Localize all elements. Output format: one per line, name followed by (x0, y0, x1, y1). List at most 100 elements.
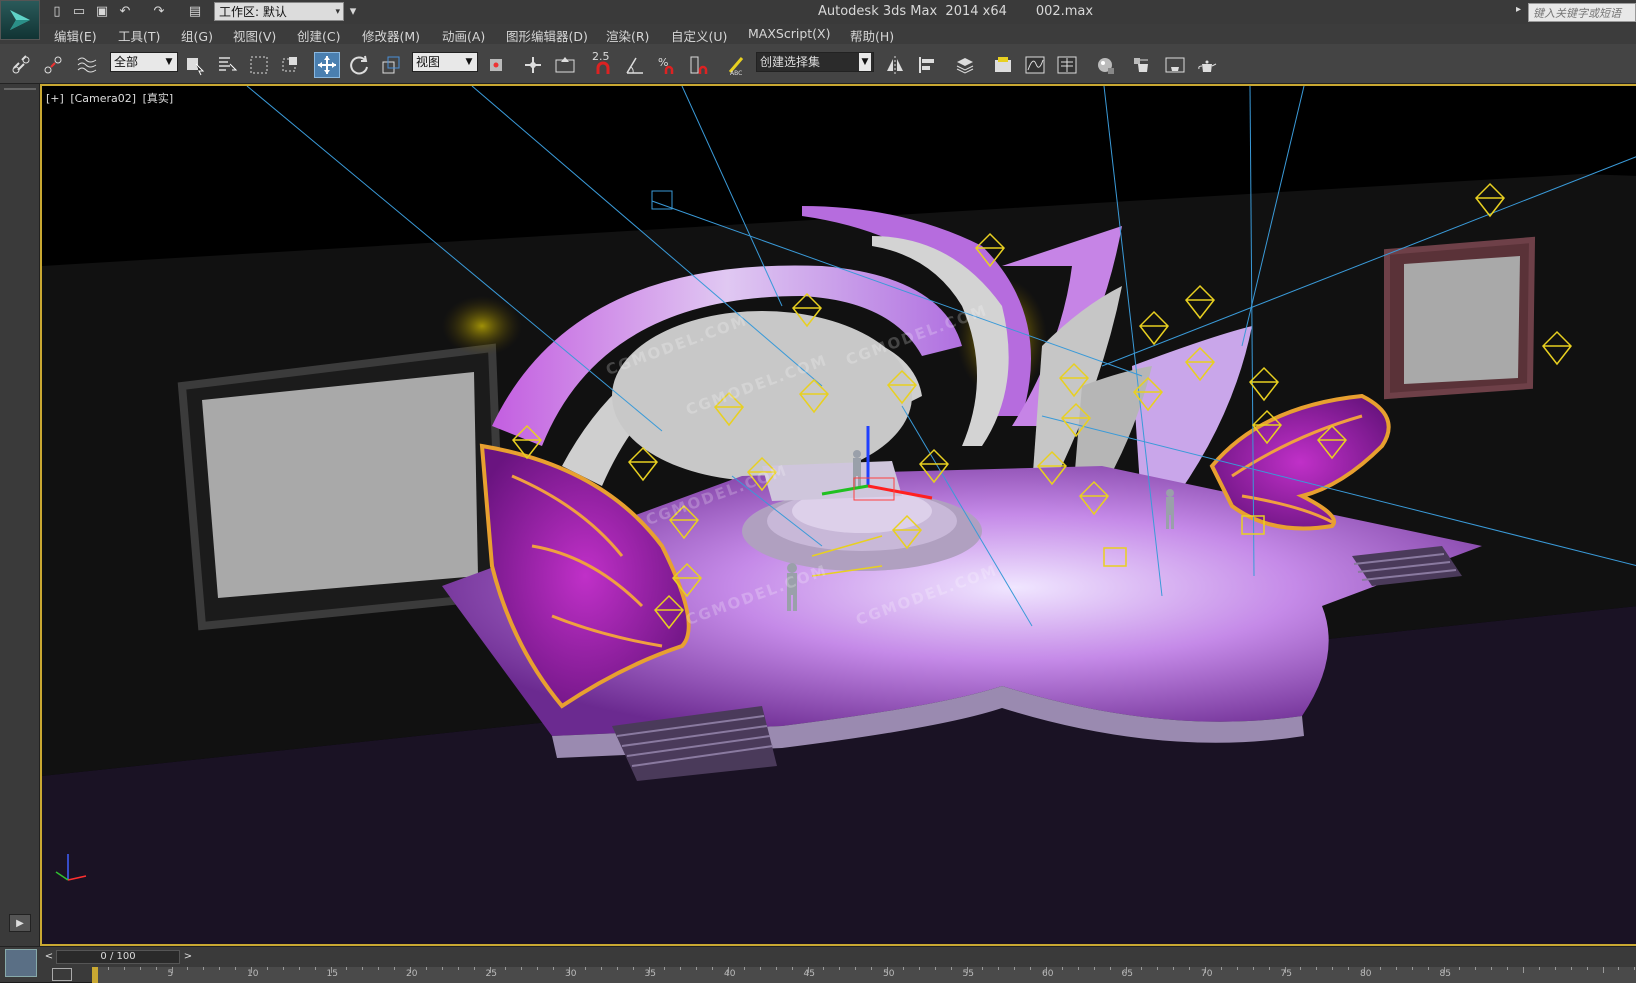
mirror-icon[interactable] (882, 52, 908, 78)
material-editor-icon[interactable] (1092, 52, 1118, 78)
curve-editor-icon[interactable] (1022, 52, 1048, 78)
key-filter-icon[interactable] (52, 968, 72, 981)
menu-maxscript[interactable]: MAXScript(X) (748, 26, 830, 41)
render-setup-icon[interactable] (1130, 52, 1156, 78)
schematic-view-icon[interactable] (1054, 52, 1080, 78)
timeline-tick-label: 75 (1280, 969, 1292, 979)
rotate-icon[interactable] (346, 52, 372, 78)
time-slider[interactable]: 0 / 100 (56, 950, 180, 964)
viewport-shading-menu[interactable]: [真实] (143, 92, 174, 105)
viewport-label[interactable]: [+] [Camera02] [真实] (46, 90, 176, 106)
timeline-tick (394, 967, 396, 970)
timeline-tick (1395, 967, 1397, 970)
viewport-point-of-view-menu[interactable]: [Camera02] (70, 92, 136, 105)
timeline-tick (871, 967, 873, 970)
search-input[interactable]: 键入关键字或短语 (1528, 3, 1636, 22)
reference-coord-value: 视图 (416, 55, 441, 69)
expand-panel-button[interactable]: ▶ (9, 914, 31, 932)
menu-help[interactable]: 帮助(H) (850, 26, 894, 45)
timeline-tick (982, 967, 984, 970)
chevron-down-icon: ▼ (859, 53, 871, 71)
timeline-tick (1252, 967, 1254, 970)
timeline-tick (362, 967, 364, 970)
viewport-camera02[interactable]: [+] [Camera02] [真实] CGMODEL.COM CGMODEL.… (40, 84, 1636, 946)
timeline-ruler[interactable]: 5 10 15 20 25 30 35 40 45 50 55 60 65 70 75 80 85 (92, 967, 1636, 983)
timeline-tick (950, 967, 952, 970)
timeline-tick (1634, 967, 1636, 970)
quick-access-more-icon[interactable]: ▾ (344, 3, 362, 21)
scale-icon[interactable] (378, 52, 404, 78)
pivot-center-icon[interactable] (484, 52, 510, 78)
new-file-icon[interactable]: ▯ (48, 3, 66, 21)
layer-manager-icon[interactable] (952, 52, 978, 78)
bind-space-warp-icon[interactable] (74, 52, 100, 78)
keyboard-shortcut-override-icon[interactable] (552, 52, 578, 78)
reference-coord-dropdown[interactable]: 视图 ▼ (412, 52, 478, 72)
timeline-tick (1030, 967, 1032, 970)
timeline-tick (1220, 967, 1222, 970)
rectangular-selection-icon[interactable] (246, 52, 272, 78)
time-configuration-button[interactable] (5, 949, 37, 977)
timeline-tick-label: 45 (803, 969, 815, 979)
viewport-general-menu[interactable]: [+] (46, 92, 64, 105)
timeline-tick-label: 25 (485, 969, 497, 979)
menu-rendering[interactable]: 渲染(R) (606, 26, 649, 45)
timeline-tick-label: 65 (1121, 969, 1133, 979)
menu-animation[interactable]: 动画(A) (442, 26, 485, 45)
render-production-teapot-icon[interactable] (1194, 52, 1220, 78)
timeline-tick (1618, 967, 1620, 970)
redo-icon[interactable]: ↷ (150, 3, 168, 21)
save-file-icon[interactable]: ▣ (93, 3, 111, 21)
timeline-tick-label: 5 (167, 969, 174, 979)
timeline-cursor[interactable] (92, 967, 98, 983)
select-manipulate-icon[interactable] (520, 52, 546, 78)
menu-edit[interactable]: 编辑(E) (54, 26, 97, 45)
scene-explorer-icon[interactable] (990, 52, 1016, 78)
window-crossing-icon[interactable] (278, 52, 304, 78)
spinner-snap-icon[interactable] (686, 52, 712, 78)
timeline-tick (998, 967, 1000, 970)
timeline-tick (1523, 967, 1524, 973)
timeline-tick-label: 60 (1042, 969, 1054, 979)
search-placeholder: 键入关键字或短语 (1533, 7, 1621, 20)
named-selection-dropdown[interactable]: 创建选择集 ▼ (756, 52, 874, 72)
timeline-tick (139, 967, 141, 970)
timeline-tick (680, 967, 682, 970)
percent-snap-icon[interactable]: % (654, 52, 680, 78)
menu-graph-editors[interactable]: 图形编辑器(D) (506, 26, 588, 45)
edit-named-selection-icon[interactable]: ABC (724, 52, 750, 78)
select-by-name-icon[interactable] (214, 52, 240, 78)
chevron-down-icon: ▾ (335, 7, 340, 17)
snaps-toggle-icon[interactable] (590, 52, 616, 78)
workspace-dropdown[interactable]: 工作区: 默认 ▾ (214, 2, 344, 21)
move-icon[interactable] (314, 52, 340, 78)
link-icon[interactable] (8, 52, 34, 78)
project-folder-icon[interactable]: ▤ (186, 3, 204, 21)
menu-tools[interactable]: 工具(T) (118, 26, 160, 45)
undo-icon[interactable]: ↶ (116, 3, 134, 21)
timeline-tick-label: 15 (326, 969, 338, 979)
menu-customize[interactable]: 自定义(U) (671, 26, 727, 45)
timeline-tick (1061, 967, 1063, 970)
search-arrow-icon[interactable]: ▸ (1516, 4, 1521, 15)
window-title: Autodesk 3ds Max 2014 x64 002.max (818, 4, 1094, 19)
previous-frame-button[interactable]: < (43, 950, 55, 964)
menu-group[interactable]: 组(G) (181, 26, 213, 45)
timeline-tick (1109, 967, 1111, 970)
rendered-frame-window-icon[interactable] (1162, 52, 1188, 78)
menu-create[interactable]: 创建(C) (297, 26, 340, 45)
select-object-icon[interactable] (182, 52, 208, 78)
timeline-tick (473, 967, 475, 970)
next-frame-button[interactable]: > (182, 950, 194, 964)
application-menu-button[interactable] (0, 0, 40, 40)
align-icon[interactable] (914, 52, 940, 78)
angle-snap-icon[interactable] (622, 52, 648, 78)
menu-views[interactable]: 视图(V) (233, 26, 276, 45)
timeline-tick (314, 967, 316, 970)
timeline-tick (235, 967, 237, 970)
open-file-icon[interactable]: ▭ (70, 3, 88, 21)
selection-filter-dropdown[interactable]: 全部 ▼ (110, 52, 178, 72)
unlink-icon[interactable] (40, 52, 66, 78)
menu-modifiers[interactable]: 修改器(M) (362, 26, 420, 45)
timeline-tick (616, 967, 618, 970)
